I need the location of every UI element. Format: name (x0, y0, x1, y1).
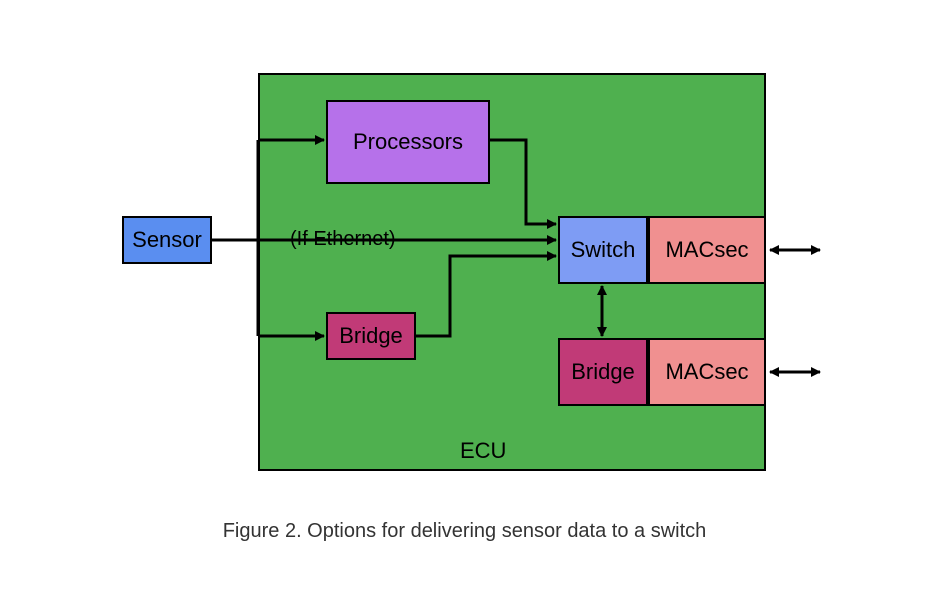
bridge2-node: Bridge (558, 338, 648, 406)
if-ethernet-label: (If Ethernet) (290, 228, 396, 251)
macsec1-node: MACsec (648, 216, 766, 284)
sensor-node: Sensor (122, 216, 212, 264)
processors-node: Processors (326, 100, 490, 184)
figure-caption: Figure 2. Options for delivering sensor … (0, 520, 929, 543)
ecu-label: ECU (460, 438, 506, 464)
macsec2-node: MACsec (648, 338, 766, 406)
diagram-canvas: ECU Sensor Processors Bridge Switch MACs… (0, 0, 929, 611)
bridge1-node: Bridge (326, 312, 416, 360)
switch-node: Switch (558, 216, 648, 284)
